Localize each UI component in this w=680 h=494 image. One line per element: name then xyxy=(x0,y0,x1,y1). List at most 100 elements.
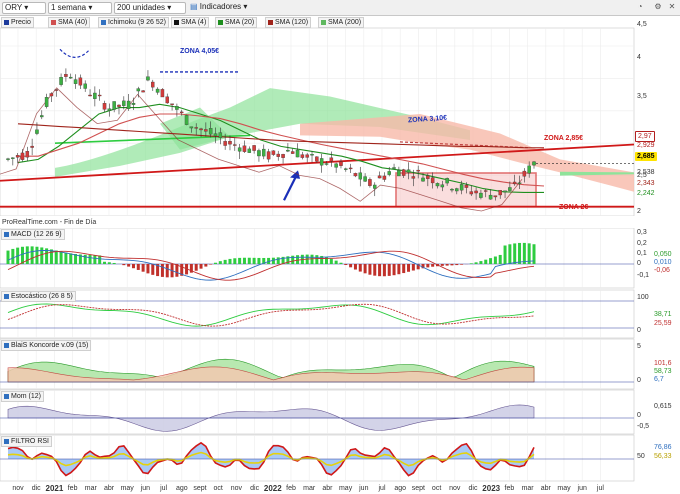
candle-body xyxy=(488,194,493,200)
candle-body xyxy=(271,150,276,155)
candle-body xyxy=(464,184,469,188)
panel-swatch xyxy=(4,232,9,237)
panel-swatch xyxy=(4,343,9,348)
candle-body xyxy=(88,94,92,97)
macd-bar xyxy=(363,264,367,274)
panel-title-label: Mom (12) xyxy=(11,393,41,400)
candle-body xyxy=(252,145,256,151)
candle-body xyxy=(83,83,87,89)
panel-swatch xyxy=(4,439,9,444)
macd-bar xyxy=(160,264,164,277)
macd-bar xyxy=(199,264,203,269)
rsi-axis: 50 76,86 56,33 xyxy=(634,435,680,481)
candle-body xyxy=(315,156,319,162)
macd-bar xyxy=(30,246,34,264)
price-tick: 4 xyxy=(637,54,641,61)
candle-body xyxy=(170,103,174,105)
macd-bar xyxy=(368,264,372,275)
price-tick: 2 xyxy=(637,208,641,215)
x-tick-label: ago xyxy=(175,485,188,492)
koncorde-tag: 6,7 xyxy=(654,376,664,383)
candle-body xyxy=(126,100,131,109)
macd-bar xyxy=(387,264,391,276)
panel-title-stoch[interactable]: Estocástico (26 8 5) xyxy=(1,291,76,302)
candle-body xyxy=(218,132,223,138)
macd-bar xyxy=(493,256,497,264)
macd-bar xyxy=(411,264,415,271)
candle-body xyxy=(228,141,232,145)
candle-body xyxy=(334,163,338,168)
mom-tag: 0,615 xyxy=(654,403,672,410)
source-strip xyxy=(0,216,680,228)
macd-bar xyxy=(498,254,502,264)
candle-body xyxy=(435,183,440,187)
candle-body xyxy=(392,167,396,169)
macd-bar xyxy=(69,253,73,264)
candle-body xyxy=(54,89,59,91)
macd-bar xyxy=(431,264,435,267)
macd-tag: -0,06 xyxy=(654,267,670,274)
macd-bar xyxy=(518,242,522,264)
candle-body xyxy=(146,76,150,81)
macd-bar xyxy=(397,264,401,275)
panel-title-koncorde[interactable]: BlaiS Koncorde v.09 (15) xyxy=(1,340,92,351)
candle-body xyxy=(440,184,445,188)
macd-bar xyxy=(218,261,222,264)
price-chart[interactable] xyxy=(0,0,680,494)
candle-body xyxy=(199,128,203,131)
macd-bar xyxy=(407,264,411,272)
candle-body xyxy=(508,187,512,191)
macd-bar xyxy=(40,247,44,264)
candle-body xyxy=(532,161,536,166)
candle-body xyxy=(469,191,474,195)
macd-bar xyxy=(88,255,92,264)
x-tick-label: sept xyxy=(193,485,207,492)
candle-body xyxy=(512,181,517,185)
candle-body xyxy=(295,149,300,158)
stoch-tag: 38,71 xyxy=(654,311,672,318)
candle-body xyxy=(527,165,531,174)
macd-bar xyxy=(484,259,488,264)
macd-bar xyxy=(49,249,53,264)
x-tick-label: abr xyxy=(103,485,115,492)
price-tag-sma20: 2,242 xyxy=(637,190,655,197)
chart-background xyxy=(0,27,680,482)
candle-body xyxy=(382,175,387,180)
zone-label-2: ZONA 2€ xyxy=(559,204,589,211)
panel-frame xyxy=(0,289,635,339)
x-tick-label: nov xyxy=(449,485,461,492)
candle-body xyxy=(40,115,44,118)
candle-body xyxy=(377,175,382,179)
macd-bar xyxy=(344,264,348,266)
macd-bar xyxy=(93,255,97,264)
candle-body xyxy=(358,172,363,180)
candle-body xyxy=(68,76,73,79)
candle-body xyxy=(175,106,179,110)
x-tick-label: jun xyxy=(359,485,369,492)
macd-bar xyxy=(194,264,198,271)
candle-body xyxy=(262,148,266,157)
panel-title-mom[interactable]: Mom (12) xyxy=(1,391,44,402)
macd-bar xyxy=(209,264,213,265)
stoch-axis: 100 0 38,71 25,59 xyxy=(634,290,680,338)
candle-body xyxy=(450,188,454,191)
macd-bar xyxy=(151,264,155,275)
x-tick-label: 2022 xyxy=(263,484,282,493)
candle-body xyxy=(204,129,208,132)
candle-body xyxy=(15,155,20,158)
x-tick-label: mar xyxy=(84,485,97,492)
price-tag-cloud: 2,538 xyxy=(637,169,655,176)
macd-bar xyxy=(127,264,131,267)
candle-body xyxy=(426,175,430,179)
panel-title-label: Estocástico (26 8 5) xyxy=(11,293,73,300)
candle-body xyxy=(363,176,367,182)
macd-bar xyxy=(315,255,319,264)
panel-title-rsi[interactable]: FILTRO RSI xyxy=(1,436,52,447)
panel-title-macd[interactable]: MACD (12 26 9) xyxy=(1,229,65,240)
candle-body xyxy=(117,104,121,107)
candle-body xyxy=(49,93,54,97)
candle-body xyxy=(233,144,237,146)
macd-bar xyxy=(83,254,87,264)
macd-bar xyxy=(450,264,454,266)
zone-label-405: ZONA 4,05€ xyxy=(180,48,220,55)
